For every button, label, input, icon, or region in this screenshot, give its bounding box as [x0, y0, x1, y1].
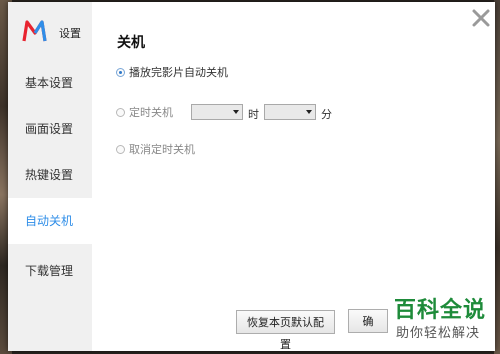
radio-button[interactable] [116, 107, 125, 117]
chevron-down-icon [306, 110, 312, 114]
minute-unit: 分 [321, 108, 332, 121]
radio-button-checked[interactable] [116, 67, 125, 77]
app-logo-icon [22, 20, 47, 42]
close-icon[interactable] [471, 8, 491, 28]
hour-unit: 时 [248, 108, 259, 121]
hour-select[interactable] [191, 104, 243, 120]
option-label: 定时关机 [129, 106, 173, 119]
window-title: 设置 [59, 27, 81, 40]
sidebar-item-auto-shutdown[interactable]: 自动关机 [8, 198, 92, 244]
sidebar-item-download-management[interactable]: 下载管理 [8, 248, 92, 294]
sidebar-item-hotkey-settings[interactable]: 热键设置 [8, 152, 92, 198]
sidebar-header: 设置 [22, 19, 92, 45]
watermark-subtitle: 助你轻松解决 [395, 326, 480, 341]
sidebar-item-basic-settings[interactable]: 基本设置 [8, 60, 92, 106]
confirm-button[interactable]: 确 [348, 309, 388, 333]
sidebar: 设置 基本设置 画面设置 热键设置 自动关机 下载管理 [8, 2, 92, 351]
option-shutdown-after-playback[interactable]: 播放完影片自动关机 [116, 63, 228, 81]
minute-select[interactable] [264, 104, 316, 120]
option-timed-shutdown[interactable]: 定时关机 [116, 103, 173, 121]
chevron-down-icon [233, 110, 239, 114]
restore-defaults-button[interactable]: 恢复本页默认配置 [236, 310, 335, 351]
option-label: 取消定时关机 [129, 143, 195, 156]
option-label: 播放完影片自动关机 [129, 66, 228, 79]
section-title: 关机 [117, 35, 145, 51]
sidebar-item-display-settings[interactable]: 画面设置 [8, 106, 92, 152]
radio-button[interactable] [116, 144, 125, 154]
option-cancel-timed-shutdown[interactable]: 取消定时关机 [116, 140, 195, 158]
watermark-title: 百科全说 [393, 298, 486, 323]
